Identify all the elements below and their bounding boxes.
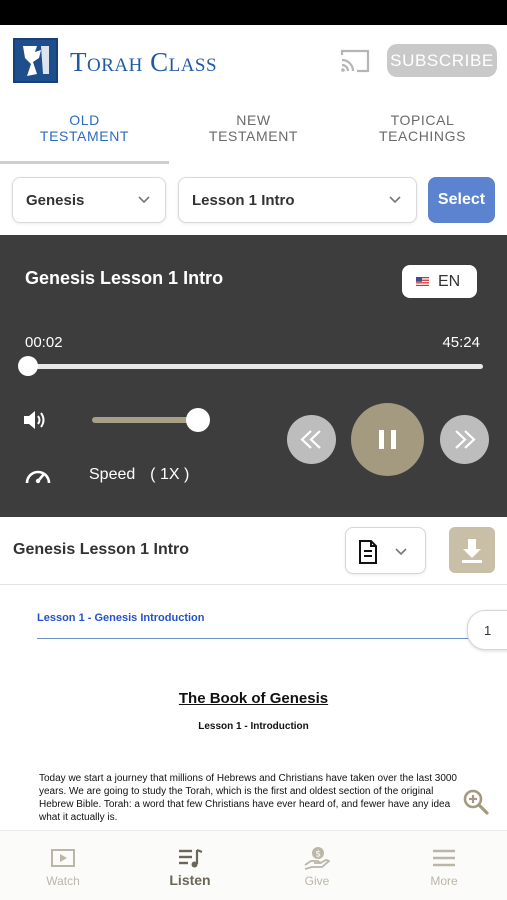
tab-label-line1: OLD [69,112,100,128]
tab-label-line1: NEW [236,112,271,128]
player-title: Genesis Lesson 1 Intro [25,268,224,288]
nav-more[interactable]: More [381,831,507,900]
document-dropdown[interactable] [345,527,426,574]
speed-control[interactable]: Speed ( 1X ) [89,466,189,484]
language-button[interactable]: EN [402,265,477,298]
subscribe-button[interactable]: SUBSCRIBE [387,44,497,77]
speed-value: ( 1X ) [150,466,190,483]
select-button[interactable]: Select [428,177,495,223]
rewind-icon [300,430,321,449]
bottom-navigation: Watch Listen $ Give More [0,830,507,900]
document-subtitle: Lesson 1 - Introduction [198,721,309,732]
tab-old-testament[interactable]: OLD TESTAMENT [0,112,169,144]
document-viewer[interactable]: Lesson 1 - Genesis Introduction 1 The Bo… [0,586,507,830]
svg-text:$: $ [315,850,321,860]
tab-label-line2: TEACHINGS [378,128,467,144]
chevron-down-icon [395,548,407,556]
document-body: Today we start a journey that millions o… [39,773,457,823]
tab-new-testament[interactable]: NEW TESTAMENT [169,112,338,144]
total-time: 45:24 [442,334,480,351]
document-icon [359,540,377,564]
current-time: 00:02 [25,334,63,351]
tab-label-line2: TESTAMENT [39,128,130,144]
audio-player: Genesis Lesson 1 Intro EN 00:02 45:24 Sp… [0,235,507,517]
status-bar [0,0,507,25]
lesson-selectors: Genesis Lesson 1 Intro Select [0,165,507,235]
pause-button[interactable] [351,403,424,476]
rewind-button[interactable] [287,415,336,464]
nav-listen[interactable]: Listen [127,831,253,900]
active-tab-indicator [0,161,169,164]
speedometer-icon[interactable] [23,463,53,487]
download-icon [462,539,482,563]
language-label: EN [438,273,461,290]
nav-label: Give [304,874,330,888]
download-button[interactable] [449,527,495,573]
us-flag-icon [416,277,429,286]
document-header: Lesson 1 - Genesis Introduction [37,612,205,624]
lesson-dropdown[interactable]: Lesson 1 Intro [178,177,417,223]
progress-slider[interactable] [28,364,483,369]
progress-handle[interactable] [18,356,39,376]
fast-forward-icon [455,430,476,449]
nav-label: More [430,874,458,888]
volume-slider[interactable] [92,417,198,423]
lesson-dropdown-value: Lesson 1 Intro [192,192,295,209]
menu-icon [433,849,455,867]
play-icon [51,849,75,867]
nav-give[interactable]: $ Give [254,831,380,900]
zoom-in-icon[interactable] [462,788,490,816]
logo-icon [13,38,58,83]
document-header-rule [37,638,477,639]
app-title: Torah Class [70,47,218,77]
tab-label-line1: TOPICAL [390,112,455,128]
book-dropdown[interactable]: Genesis [12,177,166,223]
playlist-icon [179,848,203,868]
nav-label: Watch [46,874,80,888]
volume-icon[interactable] [21,407,49,433]
book-dropdown-value: Genesis [26,192,85,209]
page-number: 1 [484,623,492,638]
fast-forward-button[interactable] [440,415,489,464]
volume-handle[interactable] [186,408,210,432]
chevron-down-icon [138,196,150,204]
nav-label: Listen [169,872,211,888]
cast-icon[interactable] [339,47,371,75]
document-title: The Book of Genesis [178,690,329,707]
tab-label-line2: TESTAMENT [208,128,299,144]
nav-watch[interactable]: Watch [0,831,126,900]
lesson-toolbar: Genesis Lesson 1 Intro [0,517,507,585]
speed-label: Speed [89,466,136,483]
app-header: Torah Class SUBSCRIBE [0,25,507,97]
page-indicator[interactable]: 1 [467,610,507,650]
testament-tabs: OLD TESTAMENT NEW TESTAMENT TOPICAL TEAC… [0,97,507,165]
chevron-down-icon [389,196,401,204]
donate-icon: $ [304,847,330,870]
pause-icon [379,430,396,449]
tab-topical-teachings[interactable]: TOPICAL TEACHINGS [338,112,507,144]
lesson-title: Genesis Lesson 1 Intro [13,541,190,558]
